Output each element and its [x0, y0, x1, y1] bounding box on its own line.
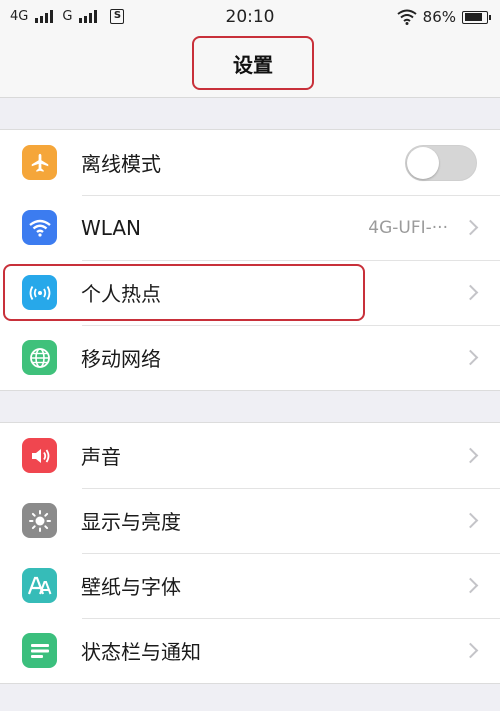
wifi-status-icon: [397, 9, 417, 25]
notification-list-icon: [22, 633, 57, 668]
settings-row-statusbar-notifications[interactable]: 状态栏与通知: [0, 618, 500, 683]
settings-row-wlan[interactable]: WLAN 4G-UFI-···: [0, 195, 500, 260]
settings-row-wallpaper-font[interactable]: 壁纸与字体: [0, 553, 500, 618]
settings-row-mobile-network[interactable]: 移动网络: [0, 325, 500, 390]
wlan-network-name: 4G-UFI-···: [368, 217, 448, 238]
font-icon: [22, 568, 57, 603]
row-label: 壁纸与字体: [81, 575, 181, 599]
hotspot-icon: [22, 275, 57, 310]
row-label: 个人热点: [81, 282, 161, 306]
globe-icon: [22, 340, 57, 375]
settings-row-display-brightness[interactable]: 显示与亮度: [0, 488, 500, 553]
row-label: 离线模式: [81, 152, 161, 176]
airplane-mode-toggle[interactable]: [405, 144, 477, 181]
chevron-right-icon: [462, 284, 479, 301]
chevron-right-icon: [462, 512, 479, 529]
airplane-icon: [22, 145, 57, 180]
chevron-right-icon: [462, 642, 479, 659]
row-label: 声音: [81, 445, 121, 469]
battery-percent: 86%: [422, 8, 456, 26]
chevron-right-icon: [462, 577, 479, 594]
battery-icon: [462, 10, 491, 24]
wifi-icon: [22, 210, 57, 245]
row-label: 显示与亮度: [81, 510, 181, 534]
chevron-right-icon: [462, 349, 479, 366]
page-title: 设置: [233, 52, 273, 77]
status-bar: 4G G S 20:10 86%: [0, 0, 500, 34]
system-indicators: 86%: [397, 8, 491, 26]
row-label: 移动网络: [81, 347, 161, 371]
settings-group-network: 离线模式 WLAN 4G-UFI-··· 个人热点 移动网络: [0, 129, 500, 391]
speaker-icon: [22, 438, 57, 473]
settings-group-personalization: 声音 显示与亮度 壁纸与字体 状态栏与通知: [0, 422, 500, 684]
title-highlight-box: 设置: [192, 36, 314, 90]
navigation-bar: 设置: [0, 34, 500, 98]
row-label: WLAN: [81, 215, 142, 240]
row-label: 状态栏与通知: [81, 640, 201, 664]
settings-row-personal-hotspot[interactable]: 个人热点: [0, 260, 500, 325]
settings-row-airplane-mode[interactable]: 离线模式: [0, 130, 500, 195]
chevron-right-icon: [462, 447, 479, 464]
chevron-right-icon: [462, 219, 479, 236]
brightness-icon: [22, 503, 57, 538]
settings-row-sound[interactable]: 声音: [0, 423, 500, 488]
